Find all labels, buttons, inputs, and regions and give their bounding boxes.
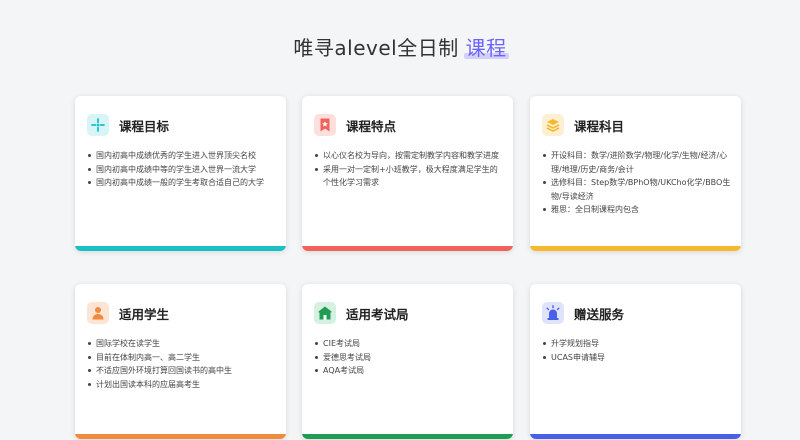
list-item: 目前在体制内高一、高二学生 [88,351,276,365]
school-building-icon [314,302,336,324]
list-item: UCAS申请辅导 [543,351,731,365]
card-course-goals: 课程目标 国内初高中成绩优秀的学生进入世界顶尖名校 国内初高中成绩中等的学生进入… [75,96,286,251]
list-item: 开设科目：数学/进阶数学/物理/化学/生物/经济/心理/地理/历史/商务/会计 [543,149,731,176]
card-title: 课程特点 [346,118,397,134]
list-item: 升学规划指导 [543,337,731,351]
card-list: 国际学校在读学生 目前在体制内高一、高二学生 不适应国外环境打算回国读书的高中生… [75,324,286,391]
card-header: 适用考试局 [302,284,513,324]
card-list: 开设科目：数学/进阶数学/物理/化学/生物/经济/心理/地理/历史/商务/会计 … [530,136,741,217]
card-course-subjects: 课程科目 开设科目：数学/进阶数学/物理/化学/生物/经济/心理/地理/历史/商… [530,96,741,251]
card-course-features: 课程特点 以心仪名校为导向，按需定制教学内容和教学进度 采用一对一定制+小班教学… [302,96,513,251]
card-bonus-services: 赠送服务 升学规划指导 UCAS申请辅导 [530,284,741,439]
list-item: 以心仪名校为导向，按需定制教学内容和教学进度 [315,149,503,163]
list-item: 选修科目：Step数学/BPhO物/UKCho化学/BBO生物/导读经济 [543,176,731,203]
card-title: 课程目标 [119,118,170,134]
card-accent-bar [302,434,513,439]
card-accent-bar [302,246,513,251]
list-item: 爱德思考试局 [315,351,503,365]
page-title: 唯寻alevel全日制 课程 [0,32,800,61]
list-item: 国内初高中成绩优秀的学生进入世界顶尖名校 [88,149,276,163]
card-accent-bar [530,246,741,251]
page-title-highlight: 课程 [463,32,509,61]
card-title: 课程科目 [574,118,625,134]
list-item: AQA考试局 [315,364,503,378]
card-accent-bar [75,246,286,251]
list-item: 采用一对一定制+小班教学，极大程度满足学生的个性化学习需求 [315,163,503,190]
card-list: CIE考试局 爱德思考试局 AQA考试局 [302,324,513,378]
card-header: 适用学生 [75,284,286,324]
list-item: 计划出国读本科的应届高考生 [88,378,276,392]
card-list: 国内初高中成绩优秀的学生进入世界顶尖名校 国内初高中成绩中等的学生进入世界一流大… [75,136,286,190]
card-header: 课程科目 [530,96,741,136]
bookmark-star-icon [314,114,336,136]
card-title: 适用学生 [119,306,170,322]
books-stack-icon [542,114,564,136]
card-title: 适用考试局 [346,306,409,322]
page-title-prefix: 唯寻alevel全日制 [293,36,459,60]
list-item: 国际学校在读学生 [88,337,276,351]
list-item: 国内初高中成绩中等的学生进入世界一流大学 [88,163,276,177]
card-accent-bar [530,434,741,439]
page: 唯寻alevel全日制 课程 课程目标 国内初高中成绩优秀的学生进入世界顶尖名校… [0,0,800,440]
list-item: 不适应国外环境打算回国读书的高中生 [88,364,276,378]
target-icon [87,114,109,136]
card-header: 赠送服务 [530,284,741,324]
card-list: 升学规划指导 UCAS申请辅导 [530,324,741,364]
card-accent-bar [75,434,286,439]
alarm-light-icon [542,302,564,324]
card-header: 课程特点 [302,96,513,136]
card-title: 赠送服务 [574,306,625,322]
card-header: 课程目标 [75,96,286,136]
student-icon [87,302,109,324]
card-target-students: 适用学生 国际学校在读学生 目前在体制内高一、高二学生 不适应国外环境打算回国读… [75,284,286,439]
list-item: CIE考试局 [315,337,503,351]
list-item: 国内初高中成绩一般的学生考取合适自己的大学 [88,176,276,190]
list-item: 雅思：全日制课程内包含 [543,203,731,217]
card-exam-boards: 适用考试局 CIE考试局 爱德思考试局 AQA考试局 [302,284,513,439]
card-list: 以心仪名校为导向，按需定制教学内容和教学进度 采用一对一定制+小班教学，极大程度… [302,136,513,190]
